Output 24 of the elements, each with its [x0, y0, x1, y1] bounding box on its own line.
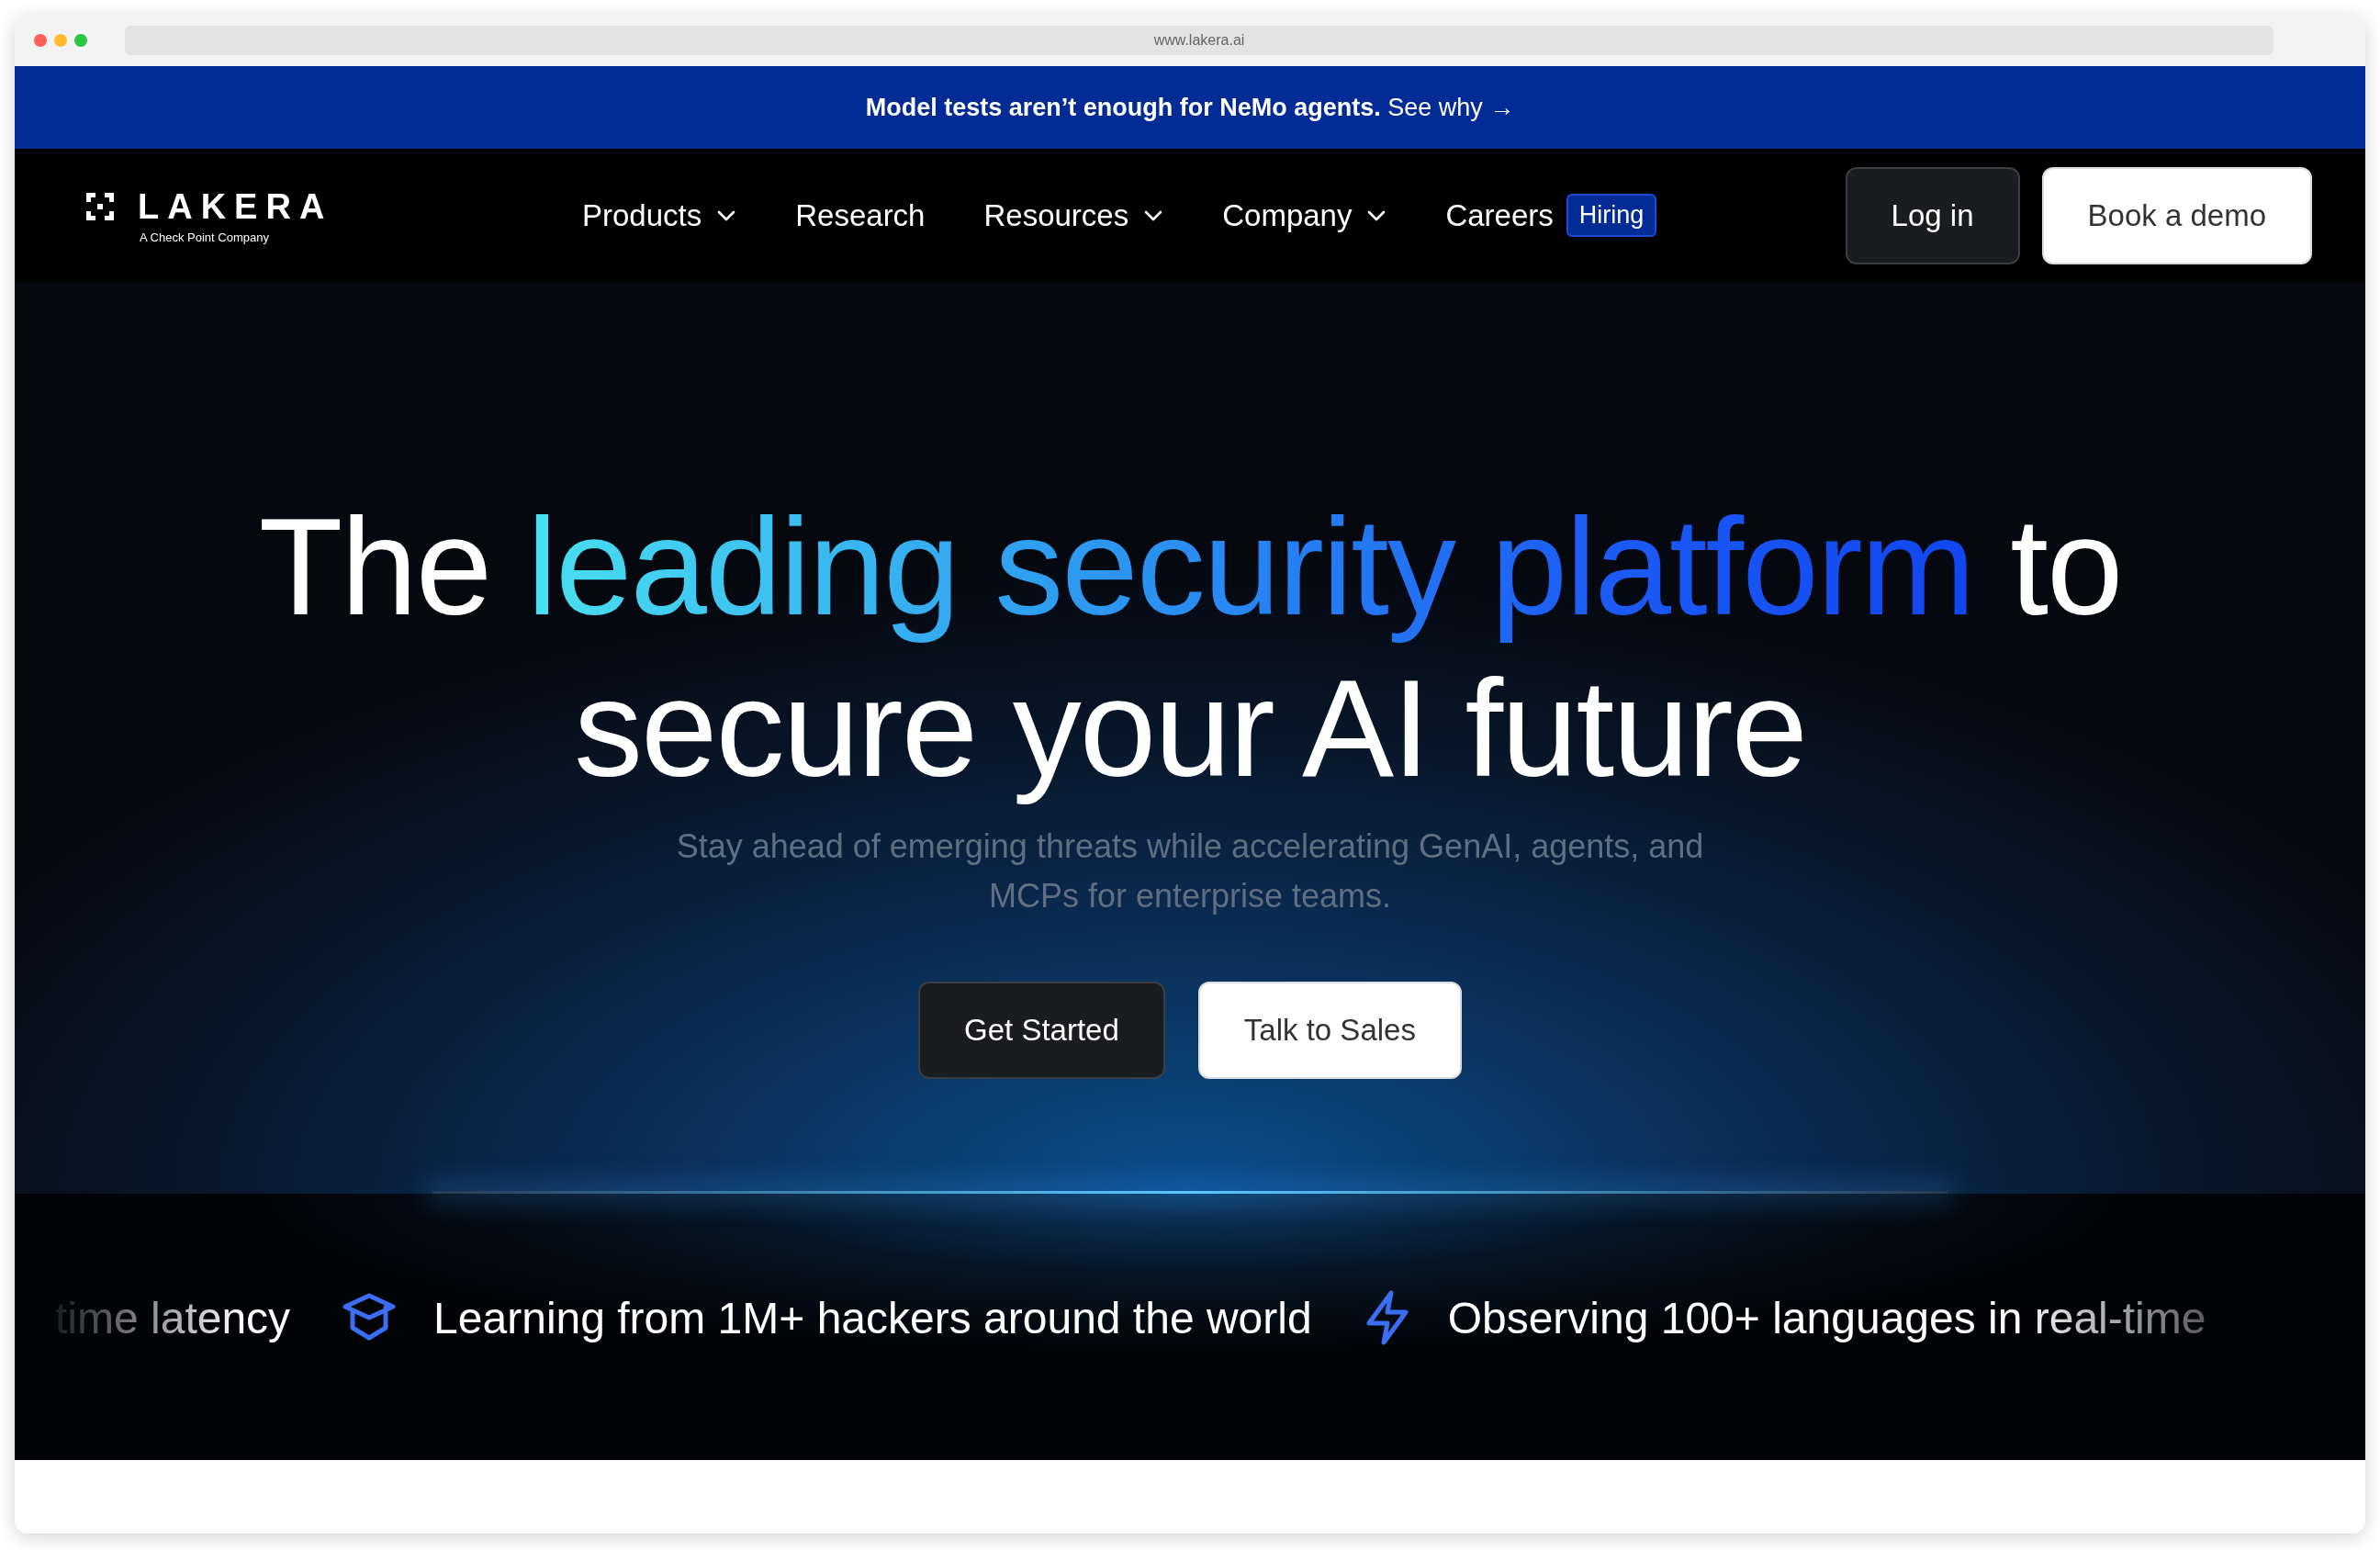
- nav-link[interactable]: Research: [795, 197, 926, 233]
- announcement-text[interactable]: Model tests aren’t enough for NeMo agents. See why →: [865, 93, 1515, 122]
- ticker-text: Learning from 1M+ hackers around the world: [433, 1292, 1312, 1343]
- hiring-badge: Hiring: [1566, 194, 1657, 237]
- logo-tagline: A Check Point Company: [140, 230, 269, 244]
- hero-subtitle: Stay ahead of emerging threats while accelerating GenAI, agents, and MCPs for enterprise teams.: [675, 826, 1705, 916]
- chevron-down-icon: [1366, 208, 1387, 222]
- headline: secure your AI future: [573, 650, 1806, 807]
- chevron-down-icon: [716, 208, 737, 222]
- nav-link[interactable]: Resources: [983, 197, 1164, 233]
- sales-button[interactable]: Talk to Sales: [1197, 982, 1462, 1079]
- nav-link[interactable]: Products: [582, 197, 737, 233]
- logo-wordmark[interactable]: LAKERA: [138, 186, 333, 227]
- logo-icon[interactable]: [86, 193, 114, 220]
- demo-button[interactable]: Book a demo: [2041, 166, 2312, 264]
- url-text: www.lakera.ai: [1153, 32, 1245, 49]
- get-started-button[interactable]: Get Started: [918, 982, 1165, 1079]
- chevron-down-icon: [1143, 208, 1164, 222]
- login-button[interactable]: Log in: [1845, 166, 2020, 264]
- window-controls-icon[interactable]: [33, 33, 88, 48]
- nav-link[interactable]: Careers: [1445, 197, 1554, 233]
- nav-link[interactable]: Company: [1222, 197, 1387, 233]
- address-bar[interactable]: www.lakera.ai: [125, 26, 2273, 55]
- ticker-text: Observing 100+ languages in real-time: [1447, 1292, 2206, 1343]
